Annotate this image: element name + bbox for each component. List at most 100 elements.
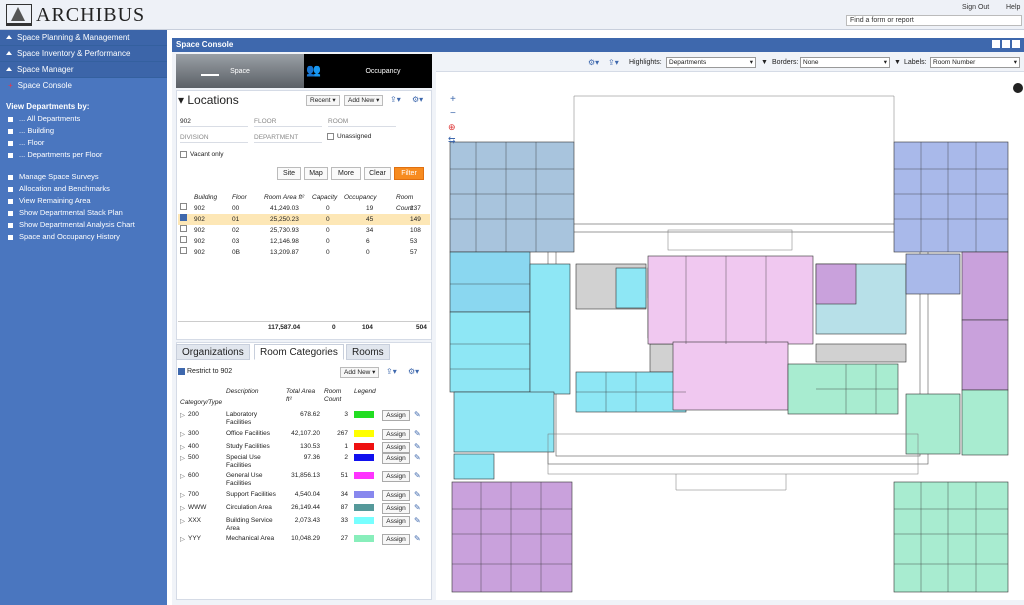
col-building[interactable]: Building: [194, 192, 217, 203]
cat-export-icon[interactable]: ⇪▾: [386, 367, 397, 376]
help-link[interactable]: Help: [1006, 4, 1020, 11]
unassigned-option[interactable]: Unassigned: [327, 133, 371, 140]
row-checkbox[interactable]: [180, 236, 187, 243]
locations-title[interactable]: ▾ Locations: [178, 93, 239, 107]
assign-button[interactable]: Assign: [382, 516, 410, 527]
unassigned-checkbox[interactable]: [327, 133, 334, 140]
assign-button[interactable]: Assign: [382, 410, 410, 421]
category-row[interactable]: ▷ 500 Special Use Facilities 97.36 2 Assign ✎: [178, 452, 430, 469]
vacant-option[interactable]: Vacant only: [180, 151, 223, 158]
sidebar-item-occupancy-history[interactable]: Space and Occupancy History: [0, 231, 167, 243]
assign-button[interactable]: Assign: [382, 490, 410, 501]
expand-triangle-icon[interactable]: ▷: [180, 517, 185, 525]
edit-pencil-icon[interactable]: ✎: [414, 410, 421, 419]
edit-pencil-icon[interactable]: ✎: [414, 534, 421, 543]
plan-export-icon[interactable]: ⇪▾: [608, 58, 619, 67]
col-category[interactable]: Category/Type: [180, 399, 222, 406]
borders-select[interactable]: None: [800, 57, 890, 68]
expand-triangle-icon[interactable]: ▷: [180, 430, 185, 438]
assign-button[interactable]: Assign: [382, 429, 410, 440]
col-floor[interactable]: Floor: [232, 192, 247, 203]
sidebar-item-building[interactable]: ... Building: [0, 125, 167, 137]
add-new-dropdown[interactable]: Add New ▾: [344, 95, 384, 106]
sidebar-item-allocation[interactable]: Allocation and Benchmarks: [0, 183, 167, 195]
expand-triangle-icon[interactable]: ▷: [180, 454, 185, 462]
highlights-select[interactable]: Departments: [666, 57, 756, 68]
col-total-area[interactable]: Total Area ft²: [286, 388, 320, 404]
cat-add-new-dropdown[interactable]: Add New ▾: [340, 367, 380, 378]
tab-organizations[interactable]: Organizations: [176, 344, 250, 360]
floor-plan-drawing[interactable]: + − ⊕ ⇆: [436, 54, 1024, 600]
division-filter[interactable]: DIVISION: [180, 132, 248, 143]
labels-select[interactable]: Room Number: [930, 57, 1020, 68]
category-row[interactable]: ▷ XXX Building Service Area 2,073.43 33 Assig…: [178, 515, 430, 532]
recent-dropdown[interactable]: Recent ▾: [306, 95, 340, 106]
assign-button[interactable]: Assign: [382, 471, 410, 482]
row-checkbox[interactable]: [180, 203, 187, 210]
expand-triangle-icon[interactable]: ▷: [180, 535, 185, 543]
expand-triangle-icon[interactable]: ▷: [180, 472, 185, 480]
category-row[interactable]: ▷ 600 General Use Facilities 31,856.13 51 Ass…: [178, 470, 430, 487]
col-description[interactable]: Description: [226, 388, 259, 395]
table-row[interactable]: 902 0B 13,209.87 0 0 57: [178, 247, 430, 258]
col-capacity[interactable]: Capacity: [312, 192, 337, 203]
category-row[interactable]: ▷ YYY Mechanical Area 10,048.29 27 Assign ✎: [178, 533, 430, 549]
row-checkbox[interactable]: [180, 247, 187, 254]
sidebar-item-space-console[interactable]: Space Console: [0, 78, 167, 94]
site-button[interactable]: Site: [277, 167, 301, 180]
sidebar-item-departments-per-floor[interactable]: ... Departments per Floor: [0, 149, 167, 161]
sidebar-section-space-manager[interactable]: Space Manager: [0, 62, 167, 78]
tab-room-categories[interactable]: Room Categories: [254, 344, 344, 360]
borders-dropdown-arrow-icon[interactable]: ▼: [761, 59, 768, 66]
col-occupancy[interactable]: Occupancy: [344, 192, 377, 203]
gear-icon[interactable]: ⚙▾: [412, 95, 423, 104]
table-row[interactable]: 902 00 41,249.03 0 19 137: [178, 203, 430, 214]
sidebar-item-all-departments[interactable]: ... All Departments: [0, 113, 167, 125]
map-button[interactable]: Map: [304, 167, 328, 180]
labels-dropdown-arrow-icon[interactable]: ▼: [894, 59, 901, 66]
table-row[interactable]: 902 02 25,730.93 0 34 108: [178, 225, 430, 236]
row-checkbox-checked[interactable]: [180, 214, 187, 221]
col-count[interactable]: Room Count: [324, 388, 348, 404]
edit-pencil-icon[interactable]: ✎: [414, 429, 421, 438]
assign-button[interactable]: Assign: [382, 453, 410, 464]
floor-plan[interactable]: + − ⊕ ⇆: [436, 54, 1024, 600]
tab-rooms[interactable]: Rooms: [346, 344, 390, 360]
cat-gear-icon[interactable]: ⚙▾: [408, 367, 419, 376]
space-mode-button[interactable]: Space: [176, 54, 304, 88]
occupancy-mode-button[interactable]: 👥 Occupancy: [304, 54, 432, 88]
department-filter[interactable]: DEPARTMENT: [254, 132, 322, 143]
category-row[interactable]: ▷ 200 Laboratory Facilities 678.62 3 Assign ✎: [178, 409, 430, 426]
expand-triangle-icon[interactable]: ▷: [180, 491, 185, 499]
sidebar-item-stack-plan[interactable]: Show Departmental Stack Plan: [0, 207, 167, 219]
clear-button[interactable]: Clear: [364, 167, 391, 180]
expand-icon[interactable]: [992, 40, 1000, 48]
plan-gear-icon[interactable]: ⚙▾: [588, 58, 599, 67]
edit-pencil-icon[interactable]: ✎: [414, 490, 421, 499]
col-area[interactable]: Room Area ft²: [264, 192, 304, 203]
sidebar-item-floor[interactable]: ... Floor: [0, 137, 167, 149]
sidebar-item-manage-surveys[interactable]: Manage Space Surveys: [0, 171, 167, 183]
sidebar-item-remaining-area[interactable]: View Remaining Area: [0, 195, 167, 207]
assign-button[interactable]: Assign: [382, 503, 410, 514]
expand-triangle-icon[interactable]: ▷: [180, 411, 185, 419]
filter-button[interactable]: Filter: [394, 167, 424, 180]
edit-pencil-icon[interactable]: ✎: [414, 442, 421, 451]
edit-pencil-icon[interactable]: ✎: [414, 453, 421, 462]
email-icon[interactable]: [1012, 40, 1020, 48]
more-button[interactable]: More: [331, 167, 361, 180]
edit-pencil-icon[interactable]: ✎: [414, 471, 421, 480]
restrict-checkbox[interactable]: [178, 368, 185, 375]
archibus-logo[interactable]: ARCHIBUS: [6, 3, 145, 27]
sidebar-section-inventory[interactable]: Space Inventory & Performance: [0, 46, 167, 62]
building-filter[interactable]: 902: [180, 116, 248, 127]
row-checkbox[interactable]: [180, 225, 187, 232]
table-row[interactable]: 902 03 12,146.98 0 6 53: [178, 236, 430, 247]
export-icon[interactable]: ⇪▾: [390, 95, 401, 104]
print-icon[interactable]: [1002, 40, 1010, 48]
sidebar-section-planning[interactable]: Space Planning & Management: [0, 30, 167, 46]
floor-filter[interactable]: FLOOR: [254, 116, 322, 127]
table-row[interactable]: 902 01 25,250.23 0 45 149: [178, 214, 430, 225]
edit-pencil-icon[interactable]: ✎: [414, 503, 421, 512]
restrict-option[interactable]: Restrict to 902: [178, 368, 232, 375]
